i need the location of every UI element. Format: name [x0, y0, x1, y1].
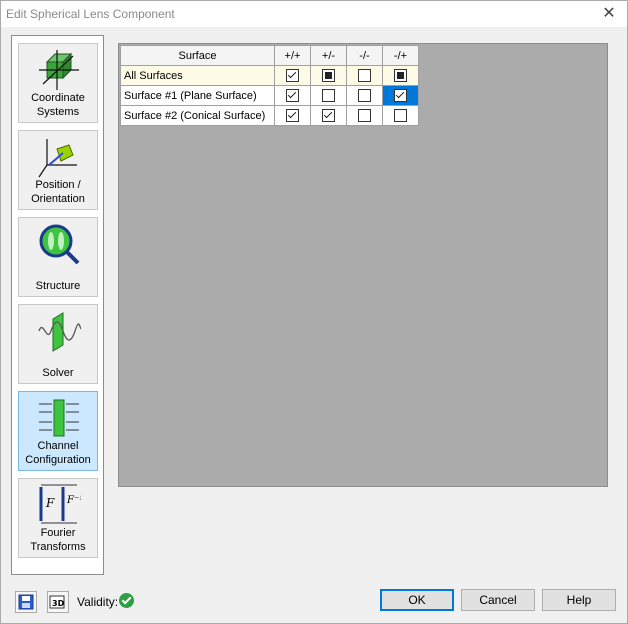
checkbox[interactable] — [286, 69, 299, 82]
checkbox[interactable] — [358, 109, 371, 122]
checkbox[interactable] — [322, 89, 335, 102]
checkbox[interactable] — [394, 69, 407, 82]
cell-checkbox[interactable] — [382, 65, 419, 86]
checkbox[interactable] — [322, 69, 335, 82]
checkbox[interactable] — [394, 109, 407, 122]
channel-configuration-icon — [39, 399, 79, 437]
sidebar-label-text: Position / Orientation — [31, 179, 85, 205]
sidebar-label-text: Structure — [35, 280, 81, 292]
cell-checkbox[interactable] — [310, 85, 347, 106]
cell-checkbox[interactable] — [382, 105, 419, 126]
column-header-mp: -/+ — [382, 45, 419, 66]
sidebar-item-channel-configuration[interactable]: Channel Configuration — [18, 391, 98, 471]
cell-checkbox[interactable] — [274, 85, 311, 106]
column-header-pm: +/- — [310, 45, 347, 66]
position-orientation-icon — [38, 139, 77, 178]
svg-text:F: F — [45, 496, 55, 510]
checkbox[interactable] — [322, 109, 335, 122]
cell-checkbox[interactable] — [274, 105, 311, 126]
window-title: Edit Spherical Lens Component — [6, 7, 175, 21]
sidebar-label-text: Coordinate Systems — [31, 92, 85, 118]
sidebar: Coordinate Systems Position / Orientatio… — [11, 35, 104, 575]
valid-check-icon — [119, 593, 134, 608]
cell-checkbox[interactable] — [346, 65, 383, 86]
cell-checkbox-selected[interactable] — [382, 85, 419, 106]
row-name: Surface #1 (Plane Surface) — [120, 85, 275, 106]
checkbox[interactable] — [286, 89, 299, 102]
ok-button[interactable]: OK — [380, 589, 454, 611]
svg-text:3D: 3D — [52, 599, 65, 608]
view-3d-button[interactable]: 3D — [47, 591, 69, 613]
cell-checkbox[interactable] — [310, 105, 347, 126]
column-header-surface: Surface — [120, 45, 275, 66]
sidebar-item-position-orientation[interactable]: Position / Orientation — [18, 130, 98, 210]
help-button[interactable]: Help — [542, 589, 616, 611]
fourier-transforms-icon: F F⁻¹ — [39, 484, 81, 524]
view-3d-icon: 3D — [49, 595, 65, 609]
structure-icon — [39, 224, 80, 265]
coordinate-systems-icon — [39, 50, 79, 90]
sidebar-item-label: Solver — [19, 366, 97, 380]
cell-checkbox[interactable] — [346, 105, 383, 126]
table-row: All Surfaces — [120, 65, 419, 86]
sidebar-item-solver[interactable]: Solver — [18, 304, 98, 384]
sidebar-item-coordinate-systems[interactable]: Coordinate Systems — [18, 43, 98, 123]
checkbox[interactable] — [286, 109, 299, 122]
row-name: Surface #2 (Conical Surface) — [120, 105, 275, 126]
checkbox[interactable] — [358, 89, 371, 102]
sidebar-item-label: Channel Configuration — [19, 439, 97, 467]
solver-icon — [38, 312, 81, 352]
channel-table: Surface +/+ +/- -/- -/+ All Surfaces Sur… — [120, 45, 419, 126]
sidebar-item-structure[interactable]: Structure — [18, 217, 98, 297]
cell-checkbox[interactable] — [346, 85, 383, 106]
footer-bar: 3D Validity: OK Cancel Help — [1, 585, 627, 623]
sidebar-item-fourier-transforms[interactable]: F F⁻¹ Fourier Transforms — [18, 478, 98, 558]
row-name: All Surfaces — [120, 65, 275, 86]
table-row: Surface #1 (Plane Surface) — [120, 85, 419, 106]
sidebar-label-text: Fourier Transforms — [30, 527, 86, 553]
sidebar-item-label: Fourier Transforms — [19, 526, 97, 554]
sidebar-item-label: Coordinate Systems — [19, 91, 97, 119]
title-bar: Edit Spherical Lens Component ✕ — [1, 1, 627, 27]
sidebar-label-text: Channel Configuration — [25, 440, 91, 466]
sidebar-item-label: Position / Orientation — [19, 178, 97, 206]
column-header-pp: +/+ — [274, 45, 311, 66]
close-icon[interactable]: ✕ — [599, 4, 619, 24]
channel-config-panel: Surface +/+ +/- -/- -/+ All Surfaces Sur… — [118, 43, 608, 487]
checkbox[interactable] — [358, 69, 371, 82]
cell-checkbox[interactable] — [274, 65, 311, 86]
validity-label: Validity: — [77, 595, 119, 609]
sidebar-item-label: Structure — [19, 279, 97, 293]
column-header-mm: -/- — [346, 45, 383, 66]
save-icon — [18, 594, 34, 610]
save-button[interactable] — [15, 591, 37, 613]
checkbox[interactable] — [394, 89, 407, 102]
sidebar-label-text: Solver — [42, 367, 74, 379]
svg-text:F⁻¹: F⁻¹ — [66, 495, 81, 506]
cancel-button[interactable]: Cancel — [461, 589, 535, 611]
cell-checkbox[interactable] — [310, 65, 347, 86]
table-header-row: Surface +/+ +/- -/- -/+ — [120, 45, 419, 66]
dialog-window: Edit Spherical Lens Component ✕ Coordina… — [0, 0, 628, 624]
table-row: Surface #2 (Conical Surface) — [120, 105, 419, 126]
